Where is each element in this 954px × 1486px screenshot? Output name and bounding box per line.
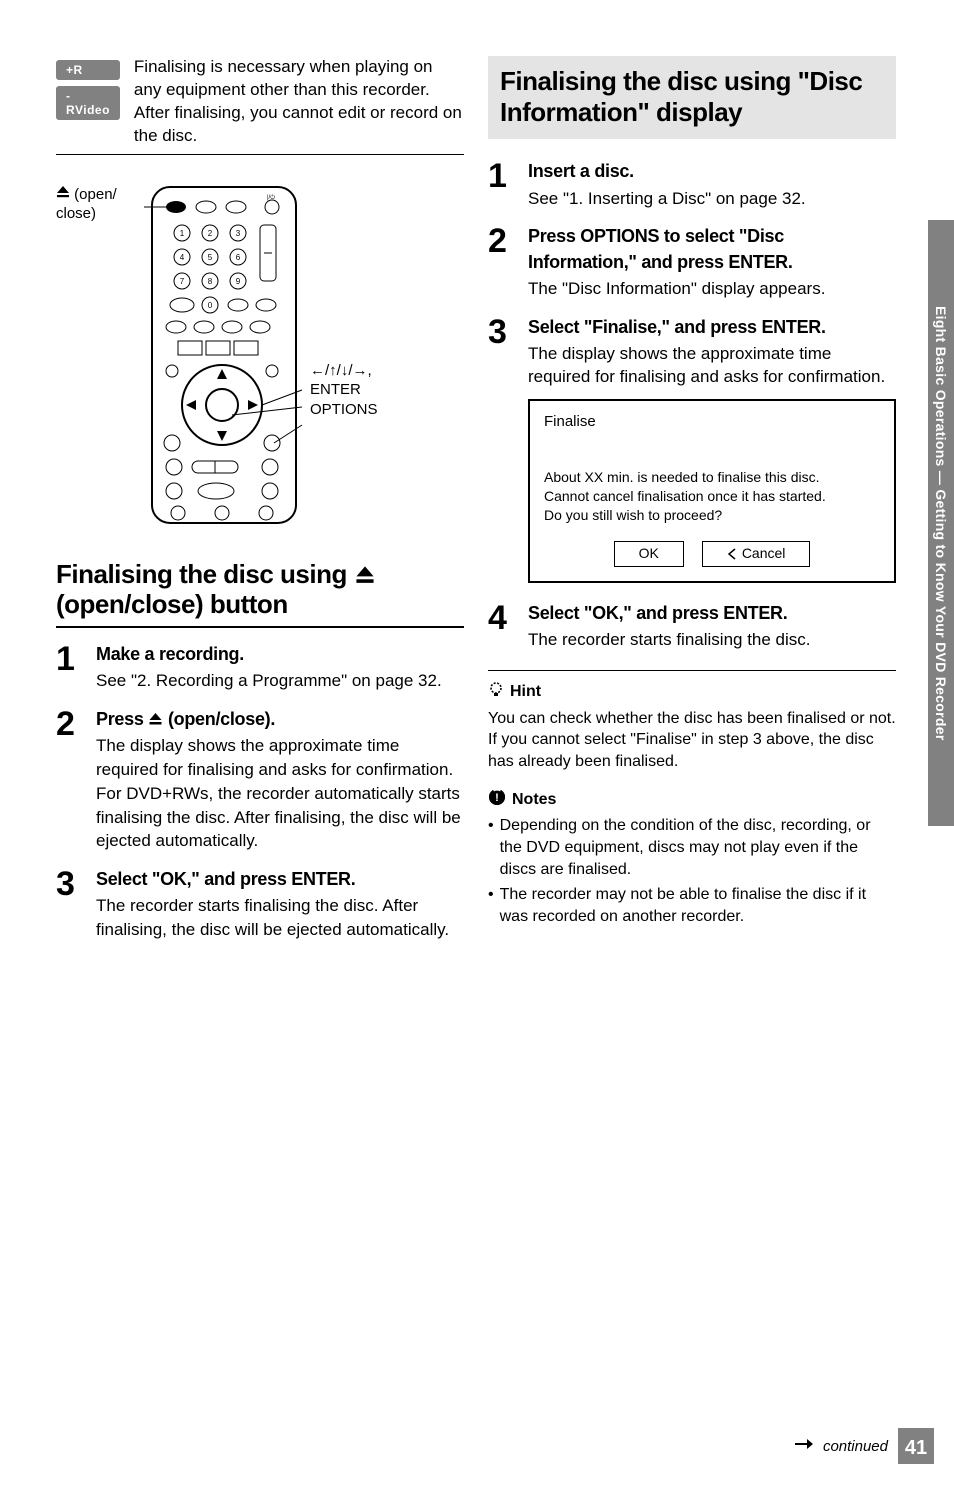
hint-header: Hint: [488, 681, 896, 704]
svg-text:!: !: [495, 792, 499, 804]
badge-plus-r: +R: [56, 60, 120, 80]
svg-text:1: 1: [180, 229, 185, 238]
enter-label: ENTER: [310, 381, 361, 398]
arrow-right-icon: [795, 1437, 813, 1455]
svg-text:3: 3: [236, 229, 241, 238]
svg-text:6: 6: [236, 253, 241, 262]
notes-list: Depending on the condition of the disc, …: [488, 815, 896, 927]
step-body-text: The recorder starts finalising the disc.: [528, 628, 896, 652]
step-title: Select "OK," and press ENTER.: [96, 867, 464, 892]
step-number: 2: [56, 707, 80, 853]
svg-text:5: 5: [208, 253, 213, 262]
heading-prefix: Finalising the disc using: [56, 559, 354, 589]
note-item: Depending on the condition of the disc, …: [488, 815, 896, 880]
eject-label-close: close): [56, 205, 96, 222]
step-body-text: See "1. Inserting a Disc" on page 32.: [528, 187, 896, 211]
step-title: Select "OK," and press ENTER.: [528, 601, 896, 626]
left-column: +R -RVideo Finalising is necessary when …: [56, 56, 464, 956]
heading-rule: [56, 626, 464, 628]
remote-diagram: (open/ close) |/⏻ 1 2 3 4 5 6: [56, 185, 464, 525]
left-step-2: 2 Press (open/close). The display shows …: [56, 707, 464, 853]
svg-text:7: 7: [180, 277, 185, 286]
intro-text: Finalising is necessary when playing on …: [134, 56, 464, 148]
dialog-line3: Do you still wish to proceed?: [544, 507, 722, 523]
step-title: Press OPTIONS to select "Disc Informatio…: [528, 224, 896, 274]
note-text: The recorder may not be able to finalise…: [500, 884, 896, 927]
notes-header: ! Notes: [488, 788, 896, 811]
chevron-left-icon: [727, 548, 736, 560]
step-number: 1: [56, 642, 80, 693]
step2-suffix: (open/close).: [163, 709, 275, 729]
svg-text:8: 8: [208, 277, 213, 286]
step-number: 2: [488, 224, 512, 300]
left-section-heading: Finalising the disc using (open/close) b…: [56, 559, 464, 620]
step-title: Select "Finalise," and press ENTER.: [528, 315, 896, 340]
svg-text:|/⏻: |/⏻: [267, 194, 275, 201]
note-text: Depending on the condition of the disc, …: [500, 815, 896, 880]
options-label: OPTIONS: [310, 401, 378, 418]
eject-icon: [148, 707, 163, 732]
right-column: Finalising the disc using "Disc Informat…: [488, 56, 912, 956]
section-divider: [488, 670, 896, 671]
note-item: The recorder may not be able to finalise…: [488, 884, 896, 927]
eject-icon: [56, 185, 70, 205]
right-step-3: 3 Select "Finalise," and press ENTER. Th…: [488, 315, 896, 583]
eject-label-open: (open/: [74, 186, 117, 203]
dialog-title: Finalise: [544, 411, 880, 432]
notes-label: Notes: [512, 791, 556, 809]
step2-prefix: Press: [96, 709, 148, 729]
step-title: Make a recording.: [96, 642, 464, 667]
step-body-text: The display shows the approximate time r…: [96, 734, 464, 853]
dialog-line2: Cannot cancel finalisation once it has s…: [544, 488, 826, 504]
svg-text:0: 0: [208, 301, 213, 310]
warning-icon: !: [488, 788, 506, 811]
dialog-message: About XX min. is needed to finalise this…: [544, 468, 880, 525]
svg-text:9: 9: [236, 277, 241, 286]
format-badges: +R -RVideo: [56, 60, 120, 148]
chapter-side-tab: Eight Basic Operations — Getting to Know…: [928, 220, 954, 826]
continued-label: continued: [823, 1438, 888, 1455]
page-footer: continued 41: [795, 1428, 934, 1464]
page-number: 41: [898, 1428, 934, 1464]
step-title: Insert a disc.: [528, 159, 896, 184]
intro-line2: After finalising, you cannot edit or rec…: [134, 103, 462, 145]
step-body-text: The "Disc Information" display appears.: [528, 277, 896, 301]
intro-block: +R -RVideo Finalising is necessary when …: [56, 56, 464, 155]
hint-text: You can check whether the disc has been …: [488, 708, 896, 773]
step-number: 1: [488, 159, 512, 210]
lightbulb-icon: [488, 681, 504, 704]
arrow-keys-label: ←/↑/↓/→,: [310, 362, 372, 379]
heading-suffix: (open/close) button: [56, 589, 288, 619]
svg-text:2: 2: [208, 229, 213, 238]
step-body-text: The display shows the approximate time r…: [528, 342, 896, 390]
badge-minus-rvideo: -RVideo: [56, 86, 120, 120]
remote-annotations: ←/↑/↓/→, ENTER OPTIONS: [310, 361, 378, 420]
eject-icon: [354, 559, 376, 590]
step-number: 3: [56, 867, 80, 942]
step-body-text: The recorder starts finalising the disc.…: [96, 894, 464, 942]
dialog-ok-button[interactable]: OK: [614, 541, 684, 567]
step-title: Press (open/close).: [96, 707, 464, 732]
intro-line1: Finalising is necessary when playing on …: [134, 57, 433, 99]
remote-illustration: |/⏻ 1 2 3 4 5 6 7 8 9 0: [144, 185, 304, 525]
ok-label: OK: [639, 544, 659, 564]
step-number: 4: [488, 601, 512, 652]
right-step-4: 4 Select "OK," and press ENTER. The reco…: [488, 601, 896, 652]
step-number: 3: [488, 315, 512, 583]
svg-text:4: 4: [180, 253, 185, 262]
right-step-1: 1 Insert a disc. See "1. Inserting a Dis…: [488, 159, 896, 210]
left-step-1: 1 Make a recording. See "2. Recording a …: [56, 642, 464, 693]
step-body-text: See "2. Recording a Programme" on page 3…: [96, 669, 464, 693]
right-step-2: 2 Press OPTIONS to select "Disc Informat…: [488, 224, 896, 300]
eject-callout: (open/ close): [56, 185, 134, 224]
hint-label: Hint: [510, 683, 541, 701]
finalise-dialog: Finalise About XX min. is needed to fina…: [528, 399, 896, 582]
left-step-3: 3 Select "OK," and press ENTER. The reco…: [56, 867, 464, 942]
dialog-cancel-button[interactable]: Cancel: [702, 541, 811, 567]
cancel-label: Cancel: [742, 544, 786, 564]
dialog-line1: About XX min. is needed to finalise this…: [544, 469, 819, 485]
right-section-heading: Finalising the disc using "Disc Informat…: [488, 56, 896, 139]
